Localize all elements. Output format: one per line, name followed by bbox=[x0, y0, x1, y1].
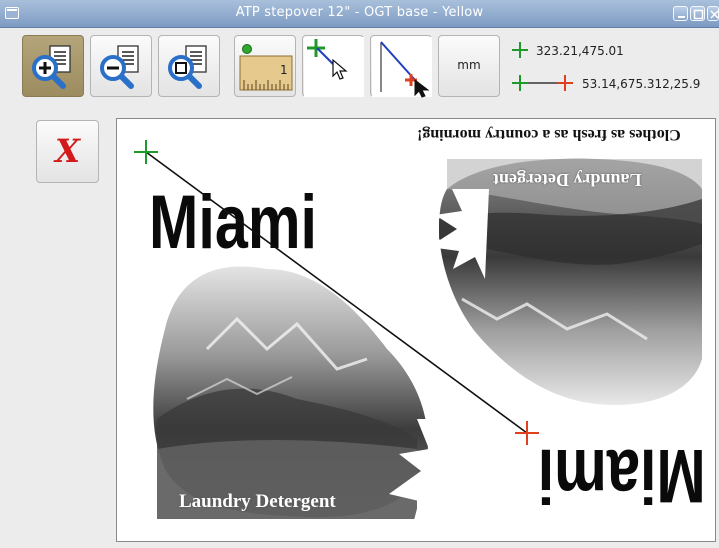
zoom-in-button[interactable] bbox=[22, 35, 84, 97]
end-point-marker[interactable] bbox=[515, 421, 539, 445]
draw-line-button[interactable] bbox=[370, 35, 432, 98]
point-coordinates-readout: 323.21,475.01 bbox=[536, 44, 624, 58]
measure-tool-button[interactable]: 1 bbox=[234, 35, 296, 97]
line-segment-icon bbox=[512, 75, 573, 91]
delete-measurement-button[interactable]: X bbox=[36, 120, 99, 183]
title-bar: ATP stepover 12" - OGT base - Yellow bbox=[0, 0, 719, 28]
close-button[interactable] bbox=[707, 6, 719, 21]
line-measurement-readout: 53.14,675.312,25.9 bbox=[582, 77, 701, 91]
units-button[interactable]: mm bbox=[438, 35, 500, 97]
place-point-button[interactable] bbox=[302, 35, 364, 97]
maximize-button[interactable] bbox=[690, 6, 705, 21]
zoom-fit-button[interactable] bbox=[158, 35, 220, 97]
start-point-icon bbox=[512, 42, 528, 58]
preview-canvas[interactable]: Miami Miami Clothes as fresh as a countr… bbox=[116, 118, 716, 542]
ruler-icon: 1 bbox=[239, 44, 293, 91]
minimize-button[interactable] bbox=[673, 6, 688, 21]
start-point-marker[interactable] bbox=[134, 140, 158, 164]
zoom-fit-page-icon bbox=[168, 45, 207, 89]
zoom-out-button[interactable] bbox=[90, 35, 152, 97]
delete-x-icon: X bbox=[55, 132, 80, 170]
measurement-overlay bbox=[134, 140, 539, 445]
zoom-in-page-icon bbox=[32, 45, 71, 89]
zoom-out-page-icon bbox=[100, 45, 139, 89]
svg-text:1: 1 bbox=[280, 63, 288, 77]
crosshair-cursor-icon bbox=[304, 37, 364, 97]
line-tool-icon bbox=[372, 37, 432, 98]
window-title: ATP stepover 12" - OGT base - Yellow bbox=[235, 5, 484, 20]
units-label: mm bbox=[457, 58, 481, 72]
measurement-line[interactable] bbox=[145, 151, 528, 434]
